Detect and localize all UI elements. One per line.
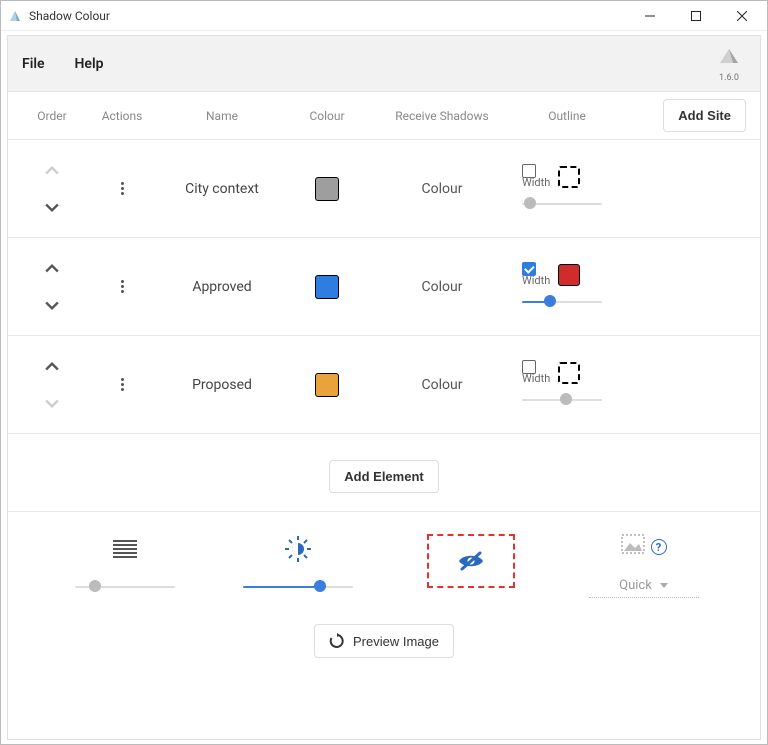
- window-maximize-button[interactable]: [673, 1, 719, 31]
- chevron-down-icon: [660, 583, 668, 588]
- menu-help[interactable]: Help: [75, 56, 104, 72]
- window-minimize-button[interactable]: [627, 1, 673, 31]
- site-name: Proposed: [162, 377, 282, 393]
- header-name: Name: [162, 109, 282, 123]
- outline-width-label: Width: [522, 274, 550, 287]
- header-receive-shadows: Receive Shadows: [372, 109, 512, 123]
- colour-swatch[interactable]: [315, 373, 339, 397]
- line-density-slider[interactable]: [75, 578, 175, 596]
- menu-file[interactable]: File: [22, 56, 45, 72]
- visibility-off-icon[interactable]: [451, 546, 491, 576]
- brightness-slider[interactable]: [243, 578, 353, 596]
- bottom-controls: ? Quick: [8, 512, 760, 608]
- window-titlebar: Shadow Colour: [1, 1, 767, 31]
- colour-swatch[interactable]: [315, 275, 339, 299]
- site-name: City context: [162, 181, 282, 197]
- refresh-icon: [329, 633, 345, 649]
- row-actions-menu[interactable]: [112, 275, 132, 299]
- site-row: City context Colour Width: [8, 140, 760, 238]
- quality-dropdown[interactable]: Quick: [589, 574, 699, 598]
- version-label: 1.6.0: [719, 73, 739, 83]
- header-actions: Actions: [82, 109, 162, 123]
- row-actions-menu[interactable]: [112, 373, 132, 397]
- menubar: File Help 1.6.0: [8, 36, 760, 92]
- receive-shadows-mode[interactable]: Colour: [372, 181, 512, 197]
- logo-icon: [716, 45, 742, 71]
- outline-width-slider[interactable]: [522, 195, 602, 213]
- move-down-button[interactable]: [42, 296, 62, 316]
- outline-colour-swatch[interactable]: [558, 166, 580, 188]
- site-name: Approved: [162, 279, 282, 295]
- receive-shadows-mode[interactable]: Colour: [372, 279, 512, 295]
- outline-width-label: Width: [522, 176, 550, 189]
- outline-width-label: Width: [522, 372, 550, 385]
- row-actions-menu[interactable]: [112, 177, 132, 201]
- move-up-button[interactable]: [42, 258, 62, 278]
- preview-image-button[interactable]: Preview Image: [314, 624, 454, 658]
- table-header: Order Actions Name Colour Receive Shadow…: [8, 92, 760, 140]
- outline-width-slider[interactable]: [522, 391, 602, 409]
- preview-image-label: Preview Image: [353, 634, 439, 649]
- header-outline: Outline: [512, 109, 622, 123]
- outline-colour-swatch[interactable]: [558, 362, 580, 384]
- move-up-button: [42, 160, 62, 180]
- move-down-button: [42, 394, 62, 414]
- site-row: Approved Colour Width: [8, 238, 760, 336]
- move-down-button[interactable]: [42, 198, 62, 218]
- quality-dropdown-label: Quick: [619, 578, 652, 593]
- move-up-button[interactable]: [42, 356, 62, 376]
- add-element-button[interactable]: Add Element: [329, 460, 438, 493]
- image-quality-icon: [621, 534, 645, 560]
- site-row: Proposed Colour Width: [8, 336, 760, 434]
- outline-width-slider[interactable]: [522, 293, 602, 311]
- help-icon[interactable]: ?: [651, 539, 667, 555]
- outline-colour-swatch[interactable]: [558, 264, 580, 286]
- colour-swatch[interactable]: [315, 177, 339, 201]
- window-title: Shadow Colour: [29, 9, 627, 23]
- window-close-button[interactable]: [719, 1, 765, 31]
- app-icon: [7, 8, 23, 24]
- line-density-icon: [105, 534, 145, 564]
- receive-shadows-mode[interactable]: Colour: [372, 377, 512, 393]
- header-order: Order: [22, 109, 82, 123]
- brightness-icon: [278, 534, 318, 564]
- add-site-button[interactable]: Add Site: [663, 99, 746, 132]
- header-colour: Colour: [282, 109, 372, 123]
- visibility-highlight-frame: [427, 534, 515, 588]
